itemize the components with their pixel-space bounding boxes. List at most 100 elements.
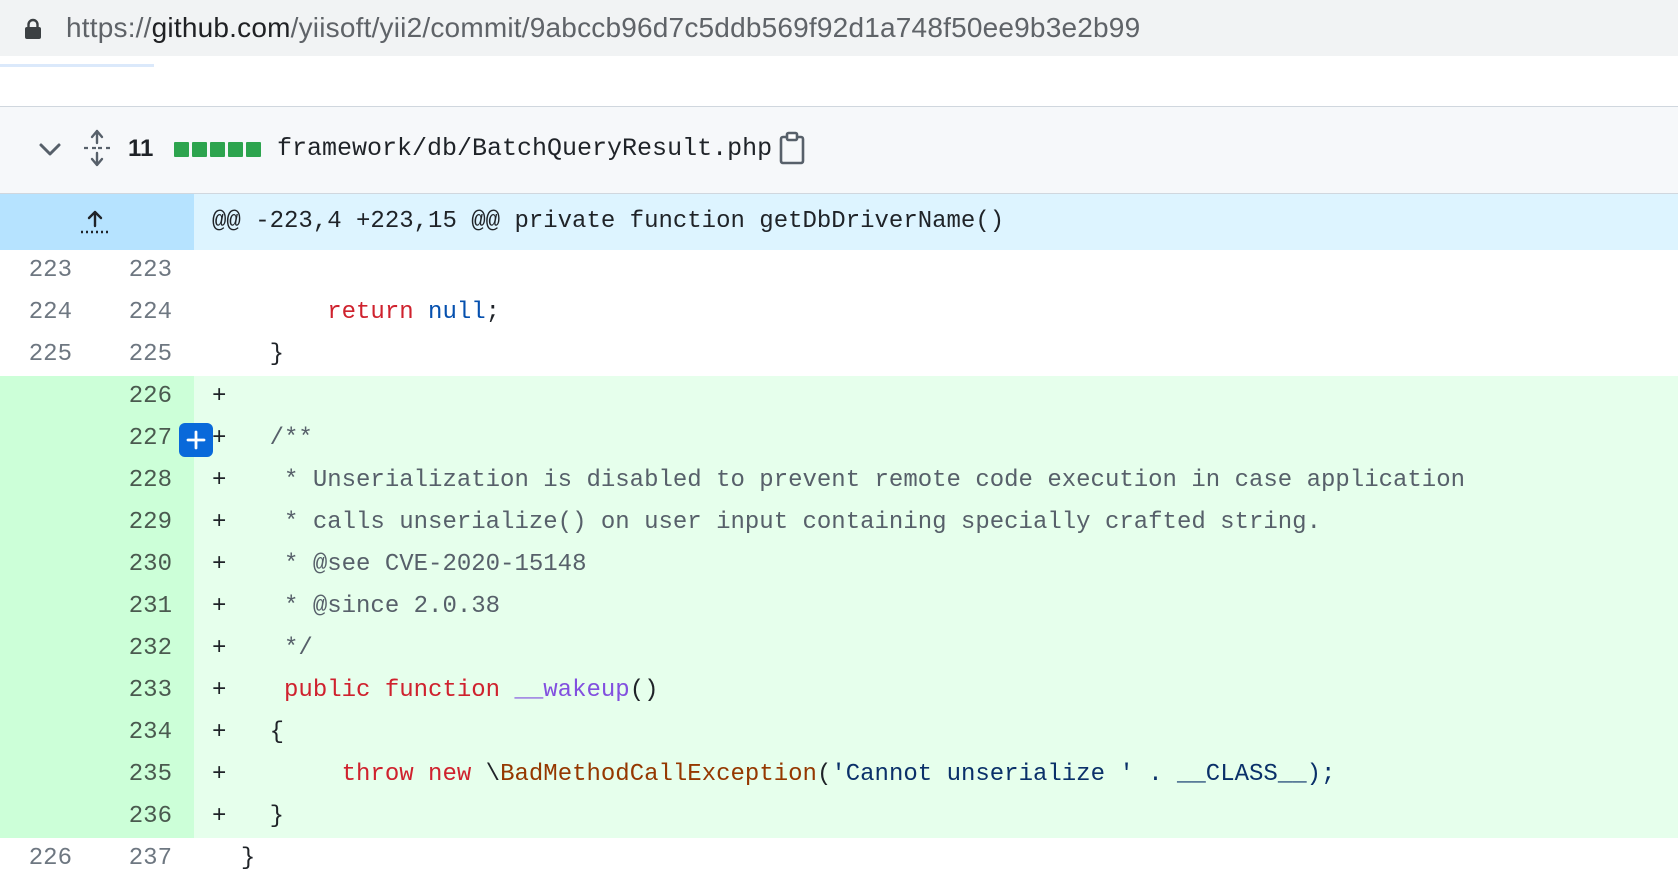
diffstat-block <box>228 142 243 157</box>
browser-address-bar[interactable]: https://github.com/yiisoft/yii2/commit/9… <box>0 0 1678 56</box>
hunk-header: @@ -223,4 +223,15 @@ private function ge… <box>0 194 1678 250</box>
diff-line: 223 223 <box>0 250 1678 292</box>
new-line-number[interactable]: 235 <box>102 754 172 796</box>
new-line-number[interactable]: 226 <box>102 376 172 418</box>
code-line: + { <box>212 712 284 754</box>
code-line: return null; <box>212 292 500 334</box>
diff-line-added: 236 + } <box>0 796 1678 838</box>
expand-all-icon[interactable] <box>82 129 112 167</box>
code-line: } <box>212 341 285 368</box>
code-line: + } <box>212 796 284 838</box>
new-line-number[interactable]: 231 <box>102 586 172 628</box>
new-line-number[interactable]: 227 <box>102 418 172 460</box>
diff-line-added: 227 + /** <box>0 418 1678 460</box>
old-line-number[interactable]: 223 <box>2 250 72 292</box>
diffstat-block <box>210 142 225 157</box>
punctuation: ( <box>816 761 832 788</box>
diff-line: 225 225 } <box>0 334 1678 376</box>
new-line-number[interactable]: 233 <box>102 670 172 712</box>
new-line-number[interactable]: 232 <box>102 628 172 670</box>
add-comment-button[interactable] <box>179 423 213 457</box>
diff-sign: + <box>212 761 227 788</box>
chevron-down-icon[interactable] <box>36 135 64 163</box>
diff-line-added: 235 + throw new \BadMethodCallException(… <box>0 754 1678 796</box>
new-line-number[interactable]: 228 <box>102 460 172 502</box>
code-text: { <box>226 719 285 746</box>
comment: * @see CVE-2020-15148 <box>226 551 587 578</box>
diff-line-added: 228 + * Unserialization is disabled to p… <box>0 460 1678 502</box>
new-line-number[interactable]: 223 <box>102 250 172 292</box>
new-line-number[interactable]: 229 <box>102 502 172 544</box>
code-line: + throw new \BadMethodCallException('Can… <box>212 754 1335 796</box>
code-line: + /** <box>212 418 313 460</box>
code-text: . __CLASS__); <box>1133 761 1336 788</box>
old-line-number[interactable]: 225 <box>2 334 72 376</box>
diffstat-block <box>246 142 261 157</box>
diff-line-added: 230 + * @see CVE-2020-15148 <box>0 544 1678 586</box>
plus-icon <box>186 430 206 450</box>
new-line-number[interactable]: 234 <box>102 712 172 754</box>
file-path[interactable]: framework/db/BatchQueryResult.php <box>277 131 772 167</box>
diff-table: @@ -223,4 +223,15 @@ private function ge… <box>0 194 1678 880</box>
diffstat-block <box>174 142 189 157</box>
file-header: 11 framework/db/BatchQueryResult.php <box>0 107 1678 194</box>
diff-sign: + <box>212 635 227 662</box>
tab-strip <box>0 56 1678 72</box>
keyword: function <box>384 677 501 704</box>
new-line-number[interactable]: 225 <box>102 334 172 376</box>
expand-up-button[interactable] <box>0 194 194 250</box>
code-line: + * Unserialization is disabled to preve… <box>212 460 1465 502</box>
diff-sign: + <box>212 719 227 746</box>
keyword: public <box>284 677 371 704</box>
comment: * Unserialization is disabled to prevent… <box>226 467 1466 494</box>
code-line: + * calls unserialize() on user input co… <box>212 502 1321 544</box>
url-host: github.com <box>151 12 291 43</box>
code-line: + * @since 2.0.38 <box>212 586 500 628</box>
punctuation: () <box>629 677 659 704</box>
string-literal: 'Cannot unserialize ' <box>831 761 1134 788</box>
hunk-header-text: @@ -223,4 +223,15 @@ private function ge… <box>212 208 1005 235</box>
class-name: BadMethodCallException <box>500 761 817 788</box>
code-line: + */ <box>212 628 313 670</box>
code-line: + * @see CVE-2020-15148 <box>212 544 586 586</box>
keyword: throw <box>341 761 414 788</box>
url-path: /yiisoft/yii2/commit/9abccb96d7c5ddb569f… <box>290 12 1141 43</box>
code-line: + <box>212 376 226 418</box>
code-text: } <box>226 803 285 830</box>
code-text: } <box>240 845 256 872</box>
punctuation: ; <box>485 299 501 326</box>
comment: */ <box>226 635 313 662</box>
comment: * @since 2.0.38 <box>226 593 501 620</box>
new-line-number[interactable]: 230 <box>102 544 172 586</box>
diff-line-added: 232 + */ <box>0 628 1678 670</box>
comment: /** <box>226 425 313 452</box>
diff-sign: + <box>212 383 227 410</box>
diff-line: 224 224 return null; <box>0 292 1678 334</box>
copy-icon[interactable] <box>778 131 806 165</box>
diff-sign: + <box>212 509 227 536</box>
diff-sign: + <box>212 425 227 452</box>
lock-icon <box>25 18 41 39</box>
diff-sign: + <box>212 551 227 578</box>
diff-sign: + <box>212 677 227 704</box>
new-line-number[interactable]: 236 <box>102 796 172 838</box>
function-name: __wakeup <box>514 677 630 704</box>
diff-line-added: 233 + public function __wakeup() <box>0 670 1678 712</box>
old-line-number[interactable]: 224 <box>2 292 72 334</box>
active-tab-indicator <box>0 64 154 67</box>
new-line-number[interactable]: 224 <box>102 292 172 334</box>
diff-line-added: 229 + * calls unserialize() on user inpu… <box>0 502 1678 544</box>
keyword: new <box>428 761 472 788</box>
diff-sign: + <box>212 593 227 620</box>
comment: * calls unserialize() on user input cont… <box>226 509 1321 536</box>
url-text[interactable]: https://github.com/yiisoft/yii2/commit/9… <box>66 10 1140 46</box>
change-count: 11 <box>128 135 154 162</box>
diff-line-added: 234 + { <box>0 712 1678 754</box>
diff-line-added: 231 + * @since 2.0.38 <box>0 586 1678 628</box>
expand-up-icon <box>81 210 109 234</box>
diff-line-added: 226 + <box>0 376 1678 418</box>
url-scheme: https:// <box>66 12 152 43</box>
diff-sign: + <box>212 803 227 830</box>
diffstat-block <box>192 142 207 157</box>
diffstat <box>174 142 261 157</box>
